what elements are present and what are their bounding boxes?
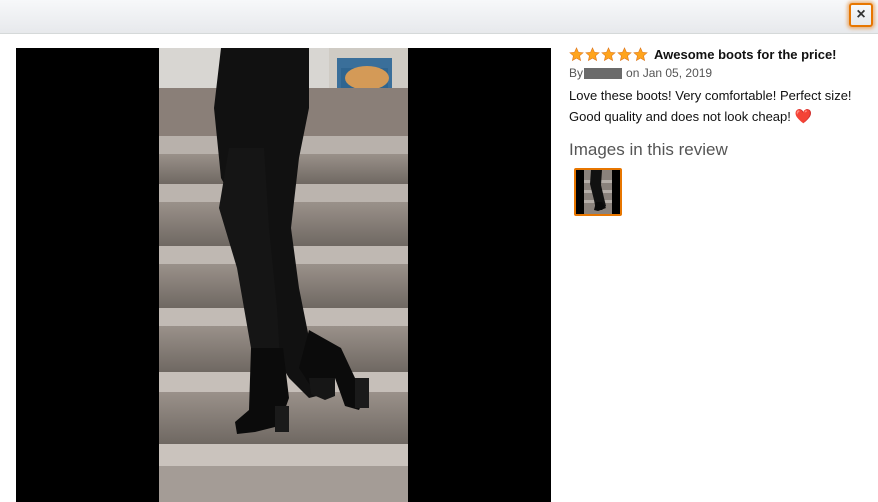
review-panel: Awesome boots for the price! By on Jan 0… bbox=[569, 45, 869, 216]
review-date: on Jan 05, 2019 bbox=[626, 66, 713, 80]
images-heading: Images in this review bbox=[569, 140, 728, 159]
review-title: Awesome boots for the price! bbox=[654, 46, 837, 62]
review-body: Love these boots! Very comfortable! Perf… bbox=[569, 86, 869, 127]
image-viewer[interactable] bbox=[16, 48, 551, 502]
review-byline: By on Jan 05, 2019 bbox=[569, 66, 869, 80]
review-image-thumbnail[interactable] bbox=[574, 168, 622, 216]
byline-prefix: By bbox=[569, 66, 584, 80]
close-icon: × bbox=[856, 6, 866, 23]
redacted-author bbox=[584, 67, 623, 79]
star-icon bbox=[569, 46, 584, 61]
modal-header: × bbox=[0, 0, 878, 34]
star-icon bbox=[633, 46, 648, 61]
star-icon bbox=[585, 46, 600, 61]
review-photo bbox=[159, 48, 408, 502]
star-icon bbox=[617, 46, 632, 61]
star-icon bbox=[601, 46, 616, 61]
star-rating bbox=[569, 46, 649, 62]
close-button[interactable]: × bbox=[849, 3, 873, 27]
heart-icon: ❤️ bbox=[794, 108, 812, 124]
review-header: Awesome boots for the price! bbox=[569, 45, 869, 63]
